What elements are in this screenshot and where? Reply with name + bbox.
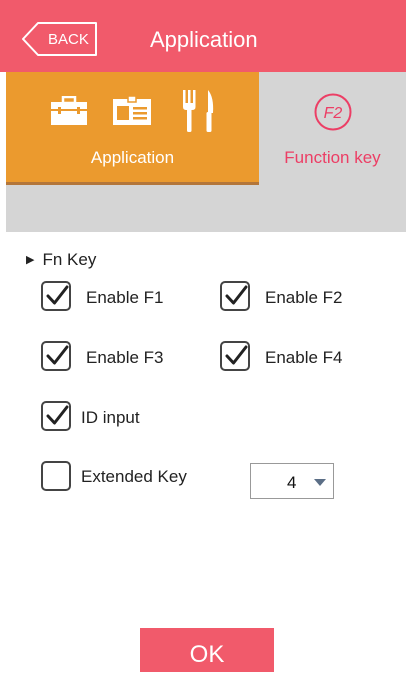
extended-key-checkbox[interactable] xyxy=(41,461,71,491)
enable-f4-label: Enable F4 xyxy=(265,348,343,367)
f2-key-icon-text: F2 xyxy=(324,105,343,122)
check-icon xyxy=(225,285,248,305)
enable-f1-label: Enable F1 xyxy=(86,288,164,307)
fork-knife-icon xyxy=(183,90,214,132)
tab-application[interactable]: Application xyxy=(6,72,259,185)
id-card-icon xyxy=(113,96,151,125)
header-bar: BACK Application xyxy=(0,0,406,72)
check-icon xyxy=(225,345,248,365)
section-title: ▶ Fn Key xyxy=(26,250,96,270)
f2-key-icon: F2 xyxy=(314,93,352,131)
extended-key-label: Extended Key xyxy=(81,467,187,486)
enable-f2-label: Enable F2 xyxy=(265,288,343,307)
extended-key-select-value: 4 xyxy=(287,473,297,492)
tab-function-key[interactable]: F2 Function key xyxy=(259,72,406,185)
triangle-right-icon: ▶ xyxy=(26,254,35,266)
briefcase-icon xyxy=(51,96,87,125)
back-button-label: BACK xyxy=(48,31,89,48)
back-button[interactable]: BACK xyxy=(22,22,98,56)
ok-button[interactable]: OK xyxy=(140,628,274,672)
tab-application-label: Application xyxy=(90,148,175,167)
id-input-checkbox[interactable] xyxy=(41,401,71,431)
dropdown-caret-icon xyxy=(314,479,326,486)
tab-function-key-label: Function key xyxy=(284,148,381,167)
enable-f1-checkbox[interactable] xyxy=(41,281,71,311)
enable-f4-checkbox[interactable] xyxy=(220,341,250,371)
page-title: Application xyxy=(150,27,258,52)
extended-key-select[interactable]: 4 xyxy=(250,463,334,499)
check-icon xyxy=(46,405,69,425)
id-input-label: ID input xyxy=(81,408,140,427)
enable-f3-label: Enable F3 xyxy=(86,348,164,367)
enable-f2-checkbox[interactable] xyxy=(220,281,250,311)
check-icon xyxy=(46,285,69,305)
tab-content-band xyxy=(6,185,406,232)
tab-bar: Application F2 Function key xyxy=(0,72,406,185)
section-title-text: Fn Key xyxy=(42,250,97,269)
enable-f3-checkbox[interactable] xyxy=(41,341,71,371)
check-icon xyxy=(46,345,69,365)
